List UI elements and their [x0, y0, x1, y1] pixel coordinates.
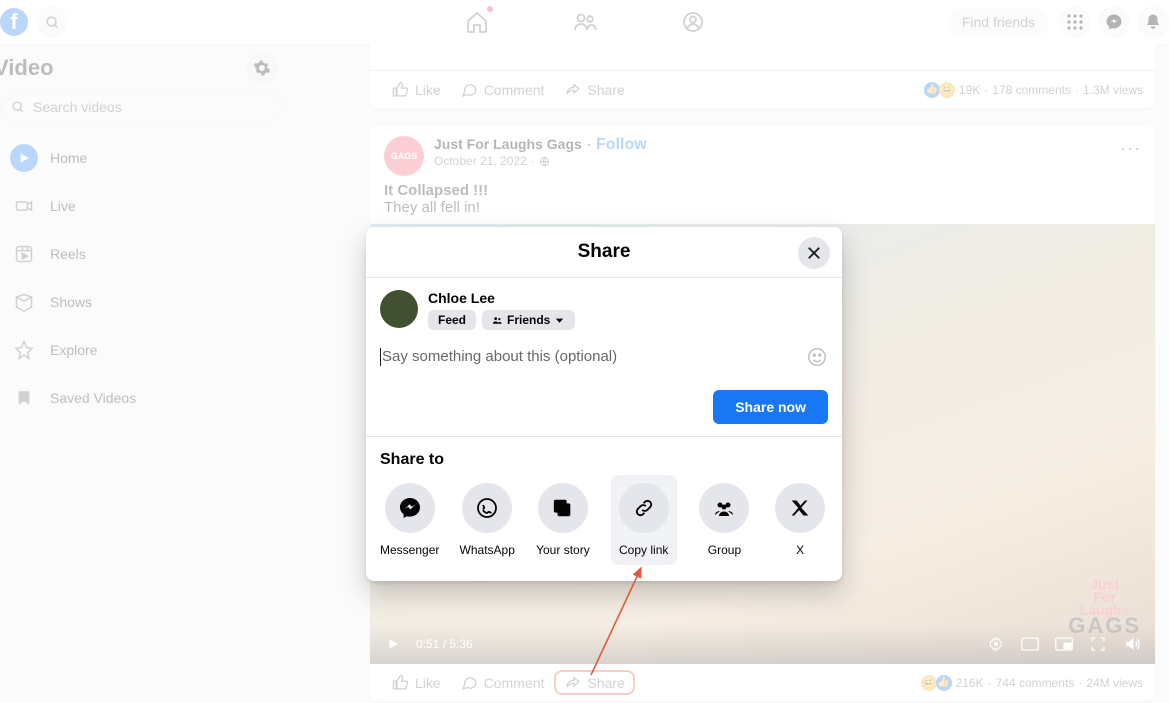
user-avatar[interactable] [380, 290, 418, 328]
audience-chip[interactable]: Friends [482, 310, 575, 330]
friends-icon [492, 315, 503, 326]
feed-chip[interactable]: Feed [428, 310, 476, 330]
share-target-copy-link[interactable]: Copy link [611, 475, 677, 565]
whatsapp-icon [475, 496, 499, 520]
share-target-messenger[interactable]: Messenger [380, 483, 439, 565]
messenger-icon [398, 496, 422, 520]
compose-textarea[interactable]: Say something about this (optional) [380, 348, 798, 366]
share-target-whatsapp[interactable]: WhatsApp [459, 483, 515, 565]
chevron-down-icon [554, 315, 565, 326]
share-now-button[interactable]: Share now [713, 390, 828, 424]
share-to-title: Share to [380, 451, 828, 469]
share-modal: Share Chloe Lee Feed Friends Say someth [366, 227, 842, 581]
user-name: Chloe Lee [428, 290, 575, 306]
close-button[interactable] [798, 237, 830, 269]
close-icon [805, 244, 823, 262]
modal-title: Share [380, 241, 828, 263]
share-target-x[interactable]: X [772, 483, 828, 565]
x-icon [790, 498, 810, 518]
share-target-group[interactable]: Group [697, 483, 753, 565]
link-icon [633, 497, 655, 519]
emoji-button[interactable] [806, 346, 828, 368]
story-icon [552, 497, 574, 519]
share-target-story[interactable]: Your story [535, 483, 591, 565]
emoji-icon [806, 346, 828, 368]
group-icon [712, 496, 736, 520]
